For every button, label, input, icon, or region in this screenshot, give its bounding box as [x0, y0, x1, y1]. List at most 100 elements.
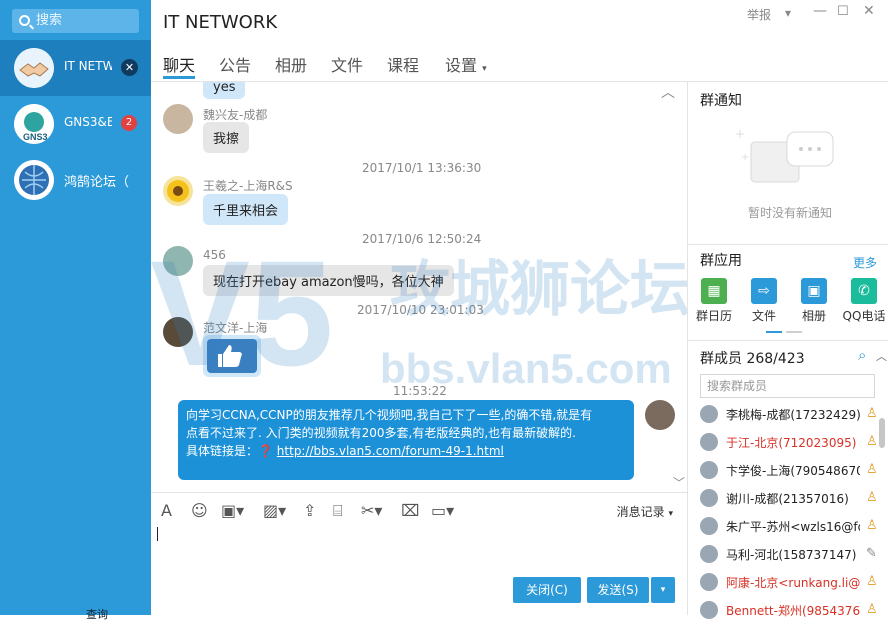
send-options-dropdown[interactable]: ▾	[651, 577, 675, 603]
tab-courses[interactable]: 课程	[387, 52, 419, 76]
member-row[interactable]: Bennett-郑州(98543769) ♙	[700, 598, 885, 622]
upload-icon[interactable]: ⇪	[303, 501, 316, 520]
member-avatar	[700, 433, 718, 451]
conversation-item-gns3[interactable]: GNS3 GNS3&EVE 2	[0, 96, 151, 152]
user-avatar[interactable]	[163, 246, 193, 276]
members-title: 群成员 268/423	[700, 351, 805, 367]
member-row[interactable]: 谢川-成都(21357016) ♙	[700, 486, 885, 510]
user-avatar[interactable]	[163, 317, 193, 347]
report-link[interactable]: 举报	[747, 6, 771, 23]
tab-announcement[interactable]: 公告	[219, 52, 251, 76]
member-avatar	[700, 545, 718, 563]
scissors-icon[interactable]: ✂▾	[361, 501, 382, 520]
tab-chat[interactable]: 聊天	[163, 52, 195, 76]
unread-badge: 2	[121, 115, 137, 131]
message-text: 我擦	[213, 132, 240, 147]
member-role-icon: ♙	[866, 490, 878, 505]
close-button[interactable]: 关闭(C)	[513, 577, 581, 603]
photo-icon: ▣	[801, 278, 827, 304]
collapse-members-icon[interactable]: ︿	[876, 348, 887, 364]
timestamp: 2017/10/6 12:50:24	[362, 232, 482, 246]
member-row[interactable]: 卞学俊-上海(790548670) ♙	[700, 458, 885, 482]
conversation-item-honghu[interactable]: 鸿鹄论坛（	[0, 152, 151, 208]
app-page-dot[interactable]	[766, 331, 782, 333]
collapse-down-icon[interactable]: ﹀	[673, 474, 685, 491]
member-role-icon: ♙	[866, 574, 878, 589]
svg-text:+: +	[735, 127, 745, 141]
outgoing-link-prefix: 具体链接是：	[186, 444, 259, 458]
message-text: 现在打开ebay amazon慢吗，各位大神	[213, 275, 444, 290]
member-name: 马利-河北(158737147)	[726, 548, 857, 562]
close-conversation-icon[interactable]: ✕	[121, 59, 138, 76]
message-text: 千里来相会	[213, 204, 279, 219]
sender-name: 范文洋-上海	[203, 321, 268, 335]
maximize-icon[interactable]: ☐	[837, 4, 849, 19]
close-window-icon[interactable]: ✕	[863, 3, 875, 19]
tab-settings[interactable]: 设置 ▾	[445, 52, 487, 76]
empty-notice-text: 暂时没有新通知	[748, 206, 833, 220]
my-avatar[interactable]	[645, 400, 675, 430]
sticker-bubble	[203, 335, 261, 377]
phone-icon: ✆	[851, 278, 877, 304]
member-avatar	[700, 601, 718, 619]
sidebar-bottom-text: 查询	[86, 608, 108, 621]
app-label: QQ电话	[842, 309, 886, 323]
member-row[interactable]: 朱广平-苏州<wzls16@foxmail.com> ♙	[700, 514, 885, 538]
notice-title: 群通知	[700, 93, 742, 109]
gift-icon[interactable]: ⌸	[333, 501, 343, 521]
sunflower-avatar[interactable]	[163, 176, 193, 206]
member-row[interactable]: 阿康-北京<runkang.li@outlook.com> ♙	[700, 570, 885, 594]
thumbs-up-icon	[207, 339, 257, 373]
member-name: 阿康-北京<runkang.li@outlook.com>	[726, 576, 860, 590]
member-avatar	[700, 573, 718, 591]
conversation-item-it-network[interactable]: IT NETWORK ✕	[0, 40, 151, 96]
archive-icon[interactable]: ⌧	[401, 501, 419, 520]
member-row[interactable]: 于江-北京(712023095) ♙	[700, 430, 885, 454]
member-avatar	[700, 517, 718, 535]
image-icon[interactable]: ▨▾	[263, 501, 286, 520]
svg-text:+: +	[741, 152, 749, 163]
app-label: 相册	[801, 309, 826, 323]
tab-files[interactable]: 文件	[331, 52, 363, 76]
collapse-up-icon[interactable]: ︿	[661, 82, 675, 102]
emoji-icon[interactable]: ☺	[191, 501, 208, 520]
user-avatar[interactable]	[163, 104, 193, 134]
sender-name: 魏兴友-成都	[203, 108, 268, 122]
member-role-icon: ✎	[866, 546, 877, 561]
font-icon[interactable]: A	[161, 501, 172, 520]
gif-icon[interactable]: ▣▾	[221, 501, 244, 520]
outgoing-line-1: 向学习CCNA,CCNP的朋友推荐几个视频吧,我自己下了一些,的确不错,就是有	[186, 408, 593, 422]
member-row[interactable]: 李桃梅-成都(17232429) ♙	[700, 402, 885, 426]
outgoing-line-2: 点看不过来了. 入门类的视频就有200多套,有老版经典的,也有最新破解的.	[186, 426, 576, 440]
app-label: 群日历	[695, 309, 732, 323]
member-list-scrollbar[interactable]	[879, 418, 885, 448]
screen-share-icon[interactable]: ▭▾	[431, 501, 454, 520]
app-label: 文件	[751, 309, 776, 323]
message-input-area[interactable]: A ☺ ▣▾ ▨▾ ⇪ ⌸ ✂▾ ⌧ ▭▾ 消息记录 ▾ 关闭(C) 发送(S)…	[151, 492, 687, 615]
send-button[interactable]: 发送(S)	[587, 577, 649, 603]
member-role-icon: ♙	[866, 406, 878, 421]
message-history-link[interactable]: 消息记录 ▾	[617, 503, 673, 520]
sidebar-search[interactable]: 搜索	[12, 9, 139, 33]
divider	[688, 244, 888, 245]
member-avatar	[700, 405, 718, 423]
tab-settings-label: 设置	[445, 56, 478, 75]
forum-link[interactable]: http://bbs.vlan5.com/forum-49-1.html	[277, 444, 504, 458]
dropdown-icon[interactable]: ▾	[785, 6, 791, 20]
minimize-icon[interactable]: —	[813, 3, 827, 19]
conversation-sidebar: 搜索 IT NETWORK ✕ GNS3 GNS3&EVE 2 鸿鹄论坛（ 查询	[0, 0, 151, 621]
app-files[interactable]: ⇨ 文件	[744, 278, 784, 324]
app-qq-call[interactable]: ✆ QQ电话	[842, 278, 886, 324]
tab-album[interactable]: 相册	[275, 52, 307, 76]
member-search-input[interactable]: 搜索群成员	[700, 374, 875, 398]
search-icon[interactable]: ⌕	[858, 346, 866, 364]
member-row[interactable]: 马利-河北(158737147) ✎	[700, 542, 885, 566]
app-calendar[interactable]: ▦ 群日历	[694, 278, 734, 324]
conversation-name: IT NETWORK	[64, 59, 112, 73]
app-page-dot[interactable]	[786, 331, 802, 333]
more-apps-link[interactable]: 更多	[853, 254, 877, 271]
app-album[interactable]: ▣ 相册	[794, 278, 834, 324]
message-bubble: yes	[203, 82, 246, 99]
timestamp: 11:53:22	[393, 384, 447, 398]
message-list[interactable]: yes ︿ 魏兴友-成都 我擦 2017/10/1 13:36:30 王羲之-上…	[151, 82, 687, 492]
